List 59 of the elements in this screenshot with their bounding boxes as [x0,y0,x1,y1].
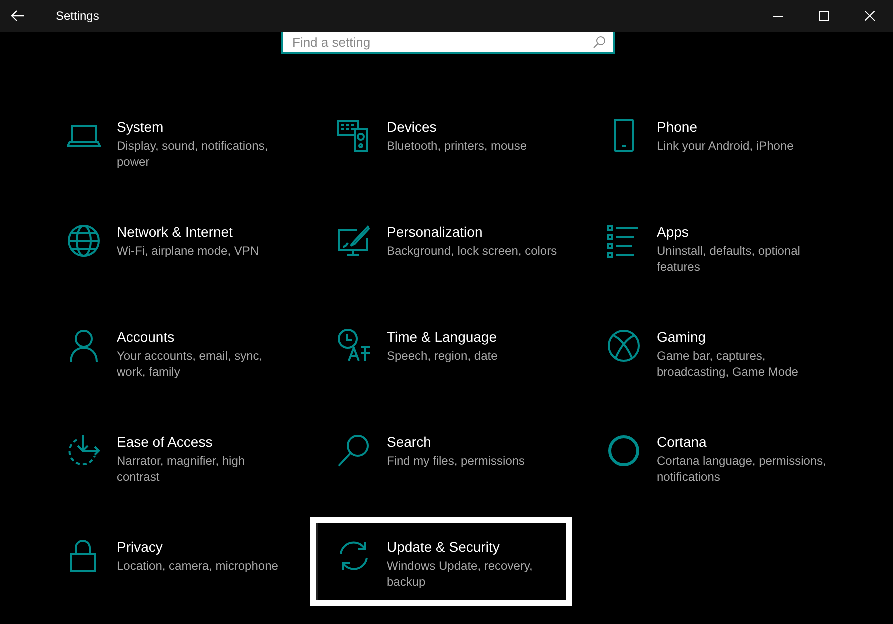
settings-tile[interactable]: Phone Link your Android, iPhone [580,97,842,186]
globe-icon [67,224,101,258]
person-icon [67,329,101,363]
keyboard-speaker-icon [337,119,371,153]
back-icon[interactable] [11,10,25,22]
settings-tile[interactable]: Devices Bluetooth, printers, mouse [310,97,572,186]
maximize-icon[interactable] [819,11,829,21]
close-icon[interactable] [865,11,875,21]
tile-title: Phone [657,119,698,135]
dashed-circle-arrow-icon [67,434,101,468]
tile-title: Apps [657,224,690,240]
tile-description: Bluetooth, printers, mouse [387,138,528,154]
settings-tile[interactable]: System Display, sound, notifications, power [40,97,302,186]
tile-description: Link your Android, iPhone [657,138,794,154]
tile-title: Personalization [387,224,484,240]
list-icon [607,224,641,258]
tile-description: Uninstall, defaults, optional features [657,243,802,275]
tile-description: Narrator, magnifier, high contrast [117,453,246,485]
tile-title: System [117,119,165,135]
tile-title: Search [387,434,432,450]
settings-tile[interactable]: Apps Uninstall, defaults, optional features [580,202,842,291]
tile-description: Wi-Fi, airplane mode, VPN [117,243,260,259]
tile-description: Find my files, permissions [387,453,526,469]
settings-tile[interactable]: Time & Language Speech, region, date [310,307,572,396]
settings-tile[interactable]: Accounts Your accounts, email, sync, work, family [40,307,302,396]
settings-tile[interactable]: Search Find my files, permissions [310,412,572,501]
tile-title: Time & Language [387,329,498,345]
tile-title: Network & Internet [117,224,234,240]
settings-tile[interactable]: Cortana Cortana language, permissions, notifications [580,412,842,501]
tile-description: Cortana language, permissions, notifications [657,453,828,485]
tile-description: Game bar, captures, broadcasting, Game Mode [657,348,800,380]
ring-icon [607,434,641,468]
sync-icon [337,539,371,573]
search-icon [592,36,606,49]
tile-description: Windows Update, recovery, backup [387,558,534,590]
settings-tile[interactable]: Ease of Access Narrator, magnifier, high contrast [40,412,302,501]
tile-description: Background, lock screen, colors [387,243,558,259]
settings-tile[interactable]: Gaming Game bar, captures, broadcasting, Game Mode [580,307,842,396]
search-icon [337,434,371,468]
tile-title: Ease of Access [117,434,214,450]
settings-tile[interactable]: Network & Internet Wi-Fi, airplane mode, VPN [40,202,302,291]
settings-tile[interactable]: Privacy Location, camera, microphone [40,517,302,606]
brush-monitor-icon [337,224,371,258]
clock-icon [337,329,371,363]
x-circle-icon [607,329,641,363]
tile-description: Location, camera, microphone [117,558,278,574]
search-field[interactable]: Find a setting [280,32,614,54]
window-title: Settings [56,9,100,23]
tile-title: Devices [387,119,438,135]
tile-title: Privacy [117,539,164,555]
tile-title: Cortana [657,434,708,450]
settings-tile[interactable]: Personalization Background, lock screen, colors [310,202,572,291]
tile-description: Display, sound, notifications, power [117,138,270,170]
tile-title: Accounts [117,329,176,345]
tile-description: Your accounts, email, sync, work, family [117,348,264,380]
tile-description: Speech, region, date [387,348,498,364]
tile-title: Update & Security [387,539,501,555]
settings-tile[interactable]: Update & Security Windows Update, recovery, backup [310,517,572,606]
tile-title: Gaming [657,329,708,345]
